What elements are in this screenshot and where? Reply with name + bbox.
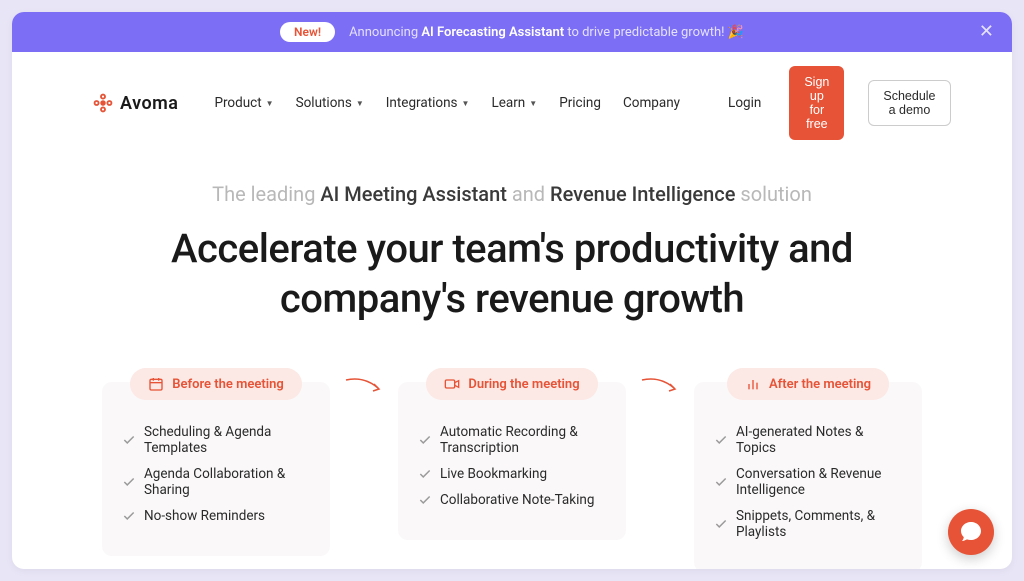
stage-after: After the meeting AI-generated Notes & T… bbox=[694, 368, 922, 569]
chat-icon bbox=[959, 520, 983, 544]
video-icon bbox=[444, 376, 460, 392]
login-link[interactable]: Login bbox=[728, 95, 761, 111]
chevron-down-icon: ▼ bbox=[462, 99, 470, 108]
logo[interactable]: Avoma bbox=[92, 92, 178, 114]
bar-chart-icon bbox=[745, 376, 761, 392]
navbar: Avoma Product▼ Solutions▼ Integrations▼ … bbox=[12, 52, 1012, 154]
hero: The leading AI Meeting Assistant and Rev… bbox=[12, 154, 1012, 344]
stage-box: Automatic Recording & Transcription Live… bbox=[398, 382, 626, 540]
nav-links: Product▼ Solutions▼ Integrations▼ Learn▼… bbox=[214, 95, 680, 111]
stage-label: During the meeting bbox=[468, 377, 579, 392]
stage-pill-after[interactable]: After the meeting bbox=[727, 368, 889, 400]
stage-before: Before the meeting Scheduling & Agenda T… bbox=[102, 368, 330, 556]
nav-pricing[interactable]: Pricing bbox=[559, 95, 601, 111]
stages-row: Before the meeting Scheduling & Agenda T… bbox=[12, 344, 1012, 569]
stage-box: Scheduling & Agenda Templates Agenda Col… bbox=[102, 382, 330, 556]
logo-text: Avoma bbox=[120, 93, 178, 114]
schedule-demo-button[interactable]: Schedule a demo bbox=[868, 80, 950, 126]
banner-text: Announcing AI Forecasting Assistant to d… bbox=[349, 25, 744, 40]
nav-learn[interactable]: Learn▼ bbox=[491, 95, 537, 111]
nav-solutions[interactable]: Solutions▼ bbox=[296, 95, 364, 111]
feature-item: Conversation & Revenue Intelligence bbox=[714, 466, 902, 498]
feature-item: Live Bookmarking bbox=[418, 466, 606, 482]
stage-during: During the meeting Automatic Recording &… bbox=[398, 368, 626, 540]
arrow-icon bbox=[640, 368, 680, 398]
check-icon bbox=[418, 493, 432, 507]
signup-button[interactable]: Sign up for free bbox=[789, 66, 844, 140]
stage-label: After the meeting bbox=[769, 377, 871, 392]
stage-label: Before the meeting bbox=[172, 377, 284, 392]
chat-widget-button[interactable] bbox=[948, 509, 994, 555]
feature-item: Collaborative Note-Taking bbox=[418, 492, 606, 508]
feature-item: Automatic Recording & Transcription bbox=[418, 424, 606, 456]
hero-subheading: The leading AI Meeting Assistant and Rev… bbox=[72, 182, 952, 206]
announcement-banner[interactable]: New! Announcing AI Forecasting Assistant… bbox=[12, 12, 1012, 52]
chevron-down-icon: ▼ bbox=[356, 99, 364, 108]
check-icon bbox=[714, 475, 728, 489]
calendar-icon bbox=[148, 376, 164, 392]
arrow-icon bbox=[344, 368, 384, 398]
chevron-down-icon: ▼ bbox=[529, 99, 537, 108]
new-badge: New! bbox=[280, 22, 335, 42]
feature-item: Snippets, Comments, & Playlists bbox=[714, 508, 902, 540]
chevron-down-icon: ▼ bbox=[266, 99, 274, 108]
check-icon bbox=[418, 433, 432, 447]
check-icon bbox=[418, 467, 432, 481]
nav-integrations[interactable]: Integrations▼ bbox=[386, 95, 470, 111]
feature-item: No-show Reminders bbox=[122, 508, 310, 524]
check-icon bbox=[122, 509, 136, 523]
check-icon bbox=[714, 433, 728, 447]
stage-pill-during[interactable]: During the meeting bbox=[426, 368, 597, 400]
check-icon bbox=[122, 433, 136, 447]
stage-pill-before[interactable]: Before the meeting bbox=[130, 368, 302, 400]
check-icon bbox=[714, 517, 728, 531]
logo-icon bbox=[92, 92, 114, 114]
close-icon[interactable]: ✕ bbox=[979, 23, 994, 41]
hero-headline: Accelerate your team's productivity andc… bbox=[72, 224, 952, 324]
check-icon bbox=[122, 475, 136, 489]
feature-item: Agenda Collaboration & Sharing bbox=[122, 466, 310, 498]
nav-company[interactable]: Company bbox=[623, 95, 680, 111]
feature-item: AI-generated Notes & Topics bbox=[714, 424, 902, 456]
feature-item: Scheduling & Agenda Templates bbox=[122, 424, 310, 456]
nav-product[interactable]: Product▼ bbox=[214, 95, 273, 111]
page-container: New! Announcing AI Forecasting Assistant… bbox=[12, 12, 1012, 569]
stage-box: AI-generated Notes & Topics Conversation… bbox=[694, 382, 922, 569]
